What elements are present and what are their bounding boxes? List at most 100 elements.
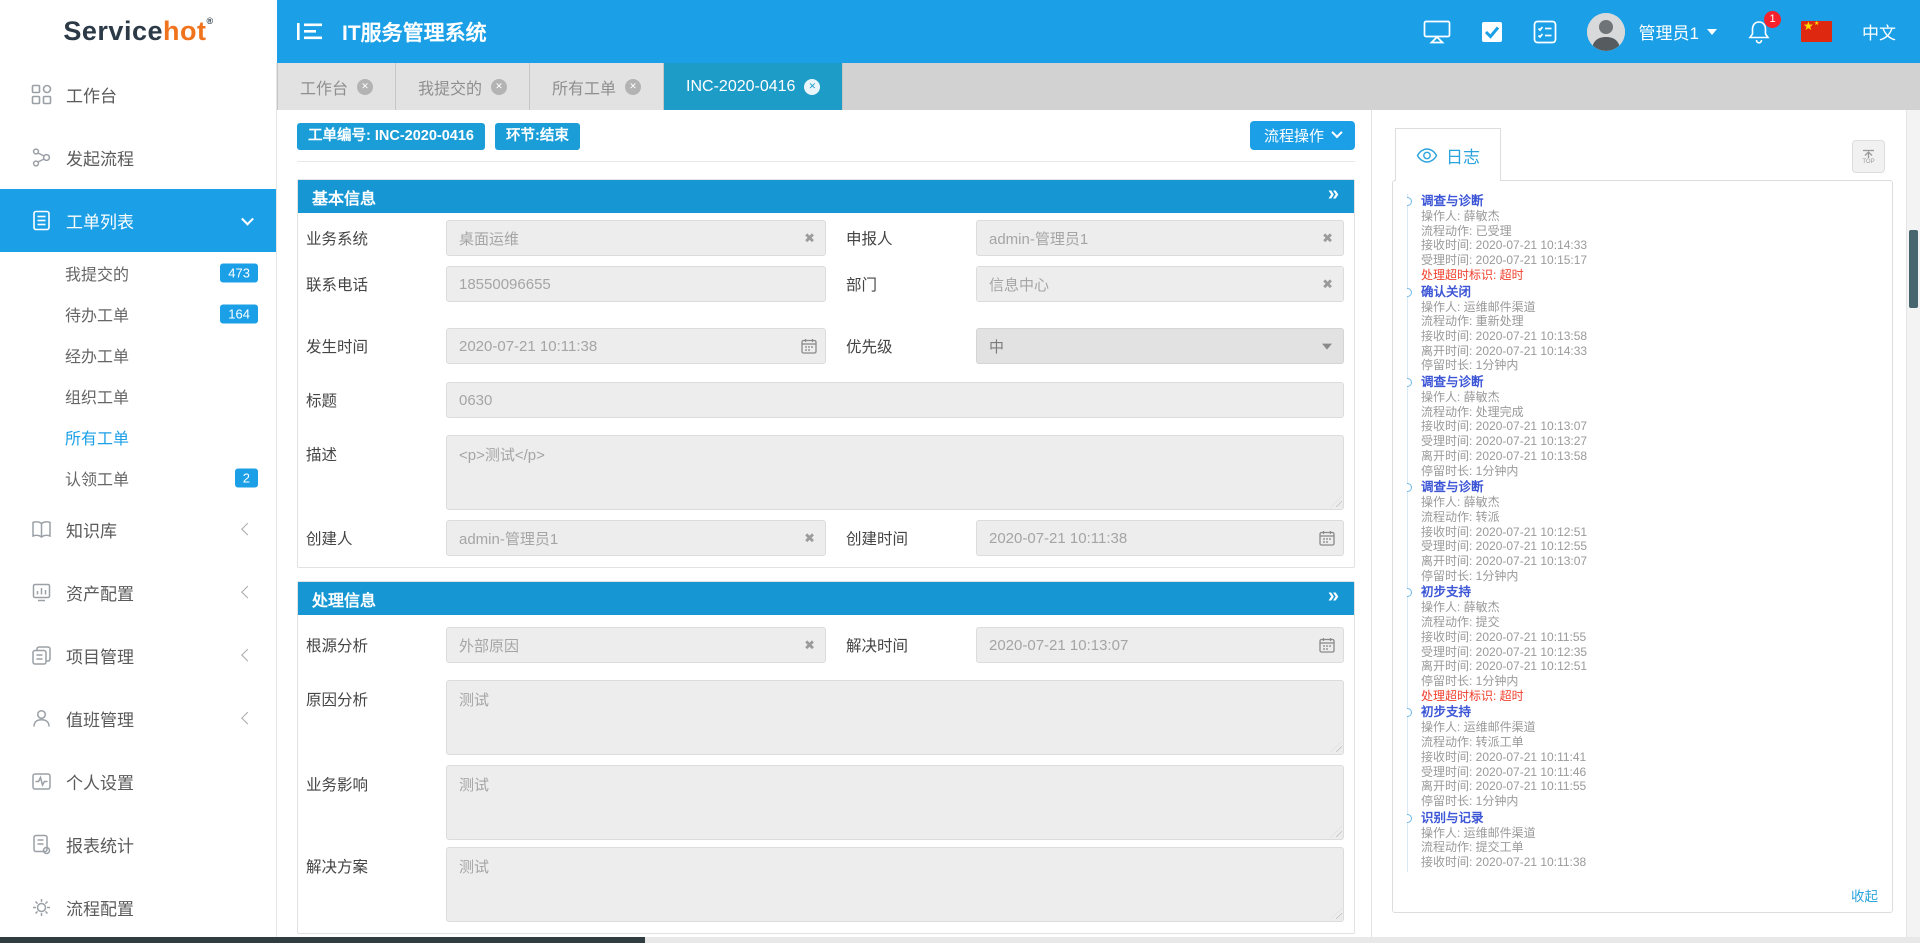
sidebar-item-process-config[interactable]: 流程配置 (0, 876, 276, 939)
field-label: 创建时间 (826, 527, 976, 549)
sidebar-item-report-stats[interactable]: 报表统计 (0, 813, 276, 876)
sidebar-toggle-icon[interactable] (297, 22, 322, 41)
panel-divider (1371, 110, 1372, 937)
pulse-icon (30, 771, 52, 792)
sidebar-subitem-claim[interactable]: 认领工单 2 (0, 457, 276, 498)
notification-count-badge: 1 (1764, 11, 1781, 28)
sidebar-item-knowledge[interactable]: 知识库 (0, 498, 276, 561)
root-cause-input[interactable] (446, 627, 826, 663)
timeline-dot-icon (1407, 814, 1412, 823)
log-entry-lines: 操作人: 薛敏杰流程动作: 已受理接收时间: 2020-07-21 10:14:… (1421, 209, 1884, 283)
calendar-icon[interactable] (1319, 637, 1335, 653)
chevron-collapsed-icon (241, 648, 254, 661)
log-entry-lines: 操作人: 运维邮件渠道流程动作: 重新处理接收时间: 2020-07-21 10… (1421, 300, 1884, 374)
description-textarea[interactable]: <p>测试</p> (446, 435, 1344, 510)
task-list-icon[interactable] (1533, 20, 1557, 44)
china-flag-icon[interactable]: ★ ★ (1801, 21, 1832, 42)
sidebar-item-project-mgmt[interactable]: 项目管理 (0, 624, 276, 687)
collapse-section-icon[interactable]: » (1328, 585, 1338, 608)
reporter-input[interactable] (976, 220, 1344, 256)
sidebar-subitem-todo[interactable]: 待办工单 164 (0, 293, 276, 334)
clear-icon[interactable]: ✖ (804, 532, 815, 545)
sidebar-item-start-process[interactable]: 发起流程 (0, 126, 276, 189)
log-line: 操作人: 薛敏杰 (1421, 495, 1884, 510)
tab-ticket-inc-2020-0416[interactable]: INC-2020-0416 ✕ (664, 63, 843, 110)
sidebar-item-label: 工单列表 (66, 208, 134, 233)
checkbox-checked-icon[interactable] (1481, 21, 1503, 43)
sidebar-subitem-handled[interactable]: 经办工单 (0, 334, 276, 375)
business-impact-textarea[interactable]: 测试 (446, 765, 1344, 840)
creator-input[interactable] (446, 520, 826, 556)
clear-icon[interactable]: ✖ (1322, 232, 1333, 245)
close-tab-icon[interactable]: ✕ (357, 79, 373, 95)
screen-share-icon[interactable] (1423, 20, 1451, 44)
chevron-collapsed-icon (241, 711, 254, 724)
language-switcher[interactable]: 中文 (1862, 19, 1896, 44)
priority-select[interactable]: 中 (976, 328, 1344, 364)
business-system-input[interactable] (446, 220, 826, 256)
phone-input[interactable] (446, 266, 826, 302)
log-entry-lines: 操作人: 运维邮件渠道流程动作: 转派工单接收时间: 2020-07-21 10… (1421, 720, 1884, 808)
timeline-dot-icon (1407, 288, 1412, 297)
sidebar-item-personal-settings[interactable]: 个人设置 (0, 750, 276, 813)
solution-textarea[interactable]: 测试 (446, 847, 1344, 922)
close-tab-icon[interactable]: ✕ (625, 79, 641, 95)
sidebar-item-workbench[interactable]: 工作台 (0, 63, 276, 126)
log-line: 离开时间: 2020-07-21 10:12:51 (1421, 659, 1884, 674)
form-row: 创建人 ✖ 创建时间 (306, 520, 1344, 556)
form-row: 业务系统 ✖ 申报人 ✖ (306, 220, 1344, 256)
tab-workbench[interactable]: 工作台 ✕ (277, 63, 396, 110)
sidebar-subitem-all-tickets[interactable]: 所有工单 (0, 416, 276, 457)
form-row: 描述 <p>测试</p> (306, 435, 1344, 510)
calendar-icon[interactable] (801, 338, 817, 354)
log-line: 接收时间: 2020-07-21 10:12:51 (1421, 525, 1884, 540)
sidebar-item-label: 流程配置 (66, 895, 134, 920)
sidebar-item-duty-mgmt[interactable]: 值班管理 (0, 687, 276, 750)
form-row: 根源分析 ✖ 解决时间 (306, 627, 1344, 663)
clear-icon[interactable]: ✖ (804, 639, 815, 652)
chevron-collapsed-icon (241, 522, 254, 535)
close-tab-icon[interactable]: ✕ (804, 79, 820, 95)
cause-analysis-textarea[interactable]: 测试 (446, 680, 1344, 755)
logo-registered-mark: ® (206, 16, 213, 26)
user-menu[interactable]: 管理员1 (1639, 19, 1717, 44)
sidebar-item-asset-config[interactable]: 资产配置 (0, 561, 276, 624)
collapse-section-icon[interactable]: » (1328, 183, 1338, 206)
solve-time-input[interactable] (976, 627, 1344, 663)
clear-icon[interactable]: ✖ (804, 232, 815, 245)
sidebar-subitem-my-submitted[interactable]: 我提交的 473 (0, 252, 276, 293)
flow-icon (30, 147, 52, 168)
sidebar-item-label: 工作台 (66, 82, 117, 107)
process-actions-button[interactable]: 流程操作 (1250, 121, 1355, 150)
tab-log[interactable]: 日志 (1395, 128, 1501, 181)
tab-my-submitted[interactable]: 我提交的 ✕ (396, 63, 530, 110)
sidebar-item-ticket-list[interactable]: 工单列表 (0, 189, 276, 252)
log-line: 受理时间: 2020-07-21 10:12:35 (1421, 645, 1884, 660)
field-label: 解决时间 (826, 634, 976, 656)
clear-icon[interactable]: ✖ (1322, 278, 1333, 291)
avatar[interactable] (1587, 13, 1625, 51)
occur-time-input[interactable] (446, 328, 826, 364)
log-line: 接收时间: 2020-07-21 10:13:07 (1421, 419, 1884, 434)
log-line: 操作人: 运维邮件渠道 (1421, 300, 1884, 315)
book-icon (30, 519, 52, 540)
create-time-input[interactable] (976, 520, 1344, 556)
chevron-collapsed-icon (241, 585, 254, 598)
basic-info-body: 业务系统 ✖ 申报人 ✖ 联系电话 部门 (298, 213, 1354, 567)
form-row: 发生时间 优先级 中 (306, 328, 1344, 364)
log-line: 流程动作: 重新处理 (1421, 314, 1884, 329)
tab-all-tickets[interactable]: 所有工单 ✕ (530, 63, 664, 110)
horizontal-scrollbar-thumb[interactable] (0, 937, 645, 943)
count-badge: 2 (235, 468, 258, 487)
title-input[interactable] (446, 382, 1344, 418)
log-line: 接收时间: 2020-07-21 10:11:38 (1421, 855, 1884, 870)
department-input[interactable] (976, 266, 1344, 302)
collapse-log-link[interactable]: 收起 (1851, 885, 1878, 905)
notifications-button[interactable]: 1 (1747, 19, 1771, 45)
calendar-icon[interactable] (1319, 530, 1335, 546)
log-entry-title: 初步支持 (1421, 585, 1884, 600)
close-tab-icon[interactable]: ✕ (491, 79, 507, 95)
vertical-scrollbar-thumb[interactable] (1909, 230, 1918, 308)
sidebar-subitem-organization[interactable]: 组织工单 (0, 375, 276, 416)
back-to-top-button[interactable]: TOP (1852, 140, 1885, 173)
